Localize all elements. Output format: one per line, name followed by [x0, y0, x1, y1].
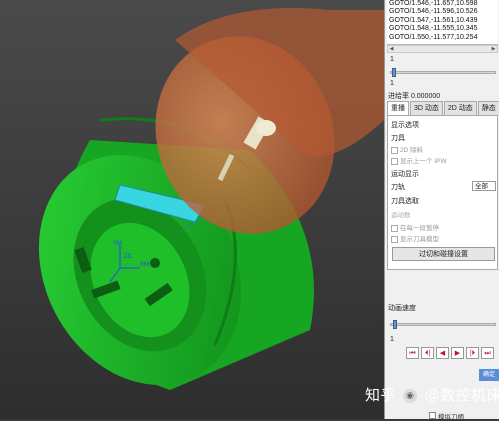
confirm-button[interactable]: 确定 [479, 369, 499, 381]
checkbox-icon [391, 224, 398, 232]
play-icon[interactable]: ▶ [451, 347, 464, 359]
gcode-line: GOTO/1.546,-11.596,10.526 [389, 8, 478, 16]
slider-thumb[interactable] [393, 320, 397, 329]
checkbox-lathe[interactable]: 模拟刀柄 [429, 411, 464, 421]
step-back-icon[interactable]: ⏴| [421, 347, 434, 359]
gcode-hscrollbar[interactable]: ◀ ▶ [387, 45, 498, 53]
gcode-listing[interactable]: GOTO/1.546,-11.657,10.598 GOTO/1.546,-11… [387, 0, 498, 45]
slider-max-label: 1 [390, 80, 394, 87]
skip-start-icon[interactable]: ⏮ [406, 347, 419, 359]
anim-speed-slider[interactable] [390, 320, 496, 329]
section-display-options: 显示选项 [391, 122, 419, 129]
3d-viewport[interactable]: YM XM ZC [0, 0, 384, 419]
feed-rate-label: 进给率 0.000000 [388, 93, 441, 100]
checkbox-label: 在每一段暂停 [400, 225, 439, 232]
axis-z-label: ZC [124, 254, 133, 260]
watermark-prefix: 知乎 [365, 386, 397, 404]
checkbox-stop-each[interactable]: 在每一段暂停 [391, 222, 439, 232]
checkbox-icon [391, 146, 398, 154]
slider-min-label: 1 [390, 56, 394, 63]
section-tool-filter: 刀具选取 [391, 198, 419, 205]
checkbox-label: 显示上一个 IPW [400, 158, 447, 165]
checkbox-icon [429, 412, 436, 419]
checkbox-show-prev-ipw[interactable]: 显示上一个 IPW [391, 155, 447, 165]
gcode-line: GOTO/1.546,-11.657,10.598 [389, 0, 478, 7]
skip-end-icon[interactable]: ⏭ [481, 347, 494, 359]
tab-2d-dynamic[interactable]: 2D 动态 [443, 101, 477, 115]
avatar-icon: ◉ [403, 388, 418, 403]
playback-controls: ⏮ ⏴| ◀ ▶ |⏵ ⏭ [406, 347, 494, 359]
section-tool: 刀具 [391, 135, 405, 142]
tab-bar: 重播 3D 动态 2D 动态 静态 [387, 101, 499, 115]
scroll-right-icon[interactable]: ▶ [490, 46, 497, 52]
checkbox-label: 模拟刀柄 [438, 414, 464, 421]
hole [150, 258, 160, 268]
watermark-handle: @数控机床猫 [424, 386, 499, 404]
checkbox-icon [391, 235, 398, 243]
section-motion-display: 运动显示 [391, 171, 419, 178]
motion-count-label: 运动数 [391, 212, 411, 219]
tab-content: 显示选项 刀具 2D 除料 显示上一个 IPW 运动显示 刀轨 全部 刀具选取 … [387, 115, 498, 270]
watermark: 知乎 ◉ @数控机床猫 [365, 384, 499, 405]
checkbox-label: 显示刀具模型 [400, 236, 439, 243]
checkbox-label: 2D 除料 [400, 147, 424, 154]
part-render: YM XM ZC [38, 8, 384, 390]
motion-slider[interactable] [390, 68, 496, 77]
tab-static[interactable]: 静态 [477, 101, 499, 115]
step-forward-icon[interactable]: |⏵ [466, 347, 479, 359]
tab-3d-dynamic[interactable]: 3D 动态 [410, 101, 443, 115]
tool-tip [256, 120, 276, 136]
slider-thumb[interactable] [392, 68, 396, 77]
checkbox-2d-material[interactable]: 2D 除料 [391, 144, 423, 154]
scroll-left-icon[interactable]: ◀ [388, 46, 395, 52]
anim-speed-label: 动画速度 [388, 305, 416, 312]
checkbox-icon [391, 157, 398, 165]
gcode-line: GOTO/1.548,-11.555,10.345 [389, 25, 478, 33]
axis-x-label: XM [140, 262, 149, 268]
overcut-collision-settings-button[interactable]: 过切和碰撞设置 [392, 247, 495, 261]
tool-path-select[interactable]: 全部 [472, 181, 496, 191]
play-reverse-icon[interactable]: ◀ [436, 347, 449, 359]
axis-y-label: YM [113, 241, 122, 247]
anim-speed-value: 1 [390, 336, 394, 343]
gcode-line: GOTO/1.550,-11.577,10.254 [389, 33, 478, 41]
gcode-line: GOTO/1.547,-11.561,10.439 [389, 16, 478, 24]
checkbox-show-3d-tool[interactable]: 显示刀具模型 [391, 233, 439, 243]
tab-replay[interactable]: 重播 [387, 101, 409, 115]
tool-path-label: 刀轨 [391, 184, 405, 191]
